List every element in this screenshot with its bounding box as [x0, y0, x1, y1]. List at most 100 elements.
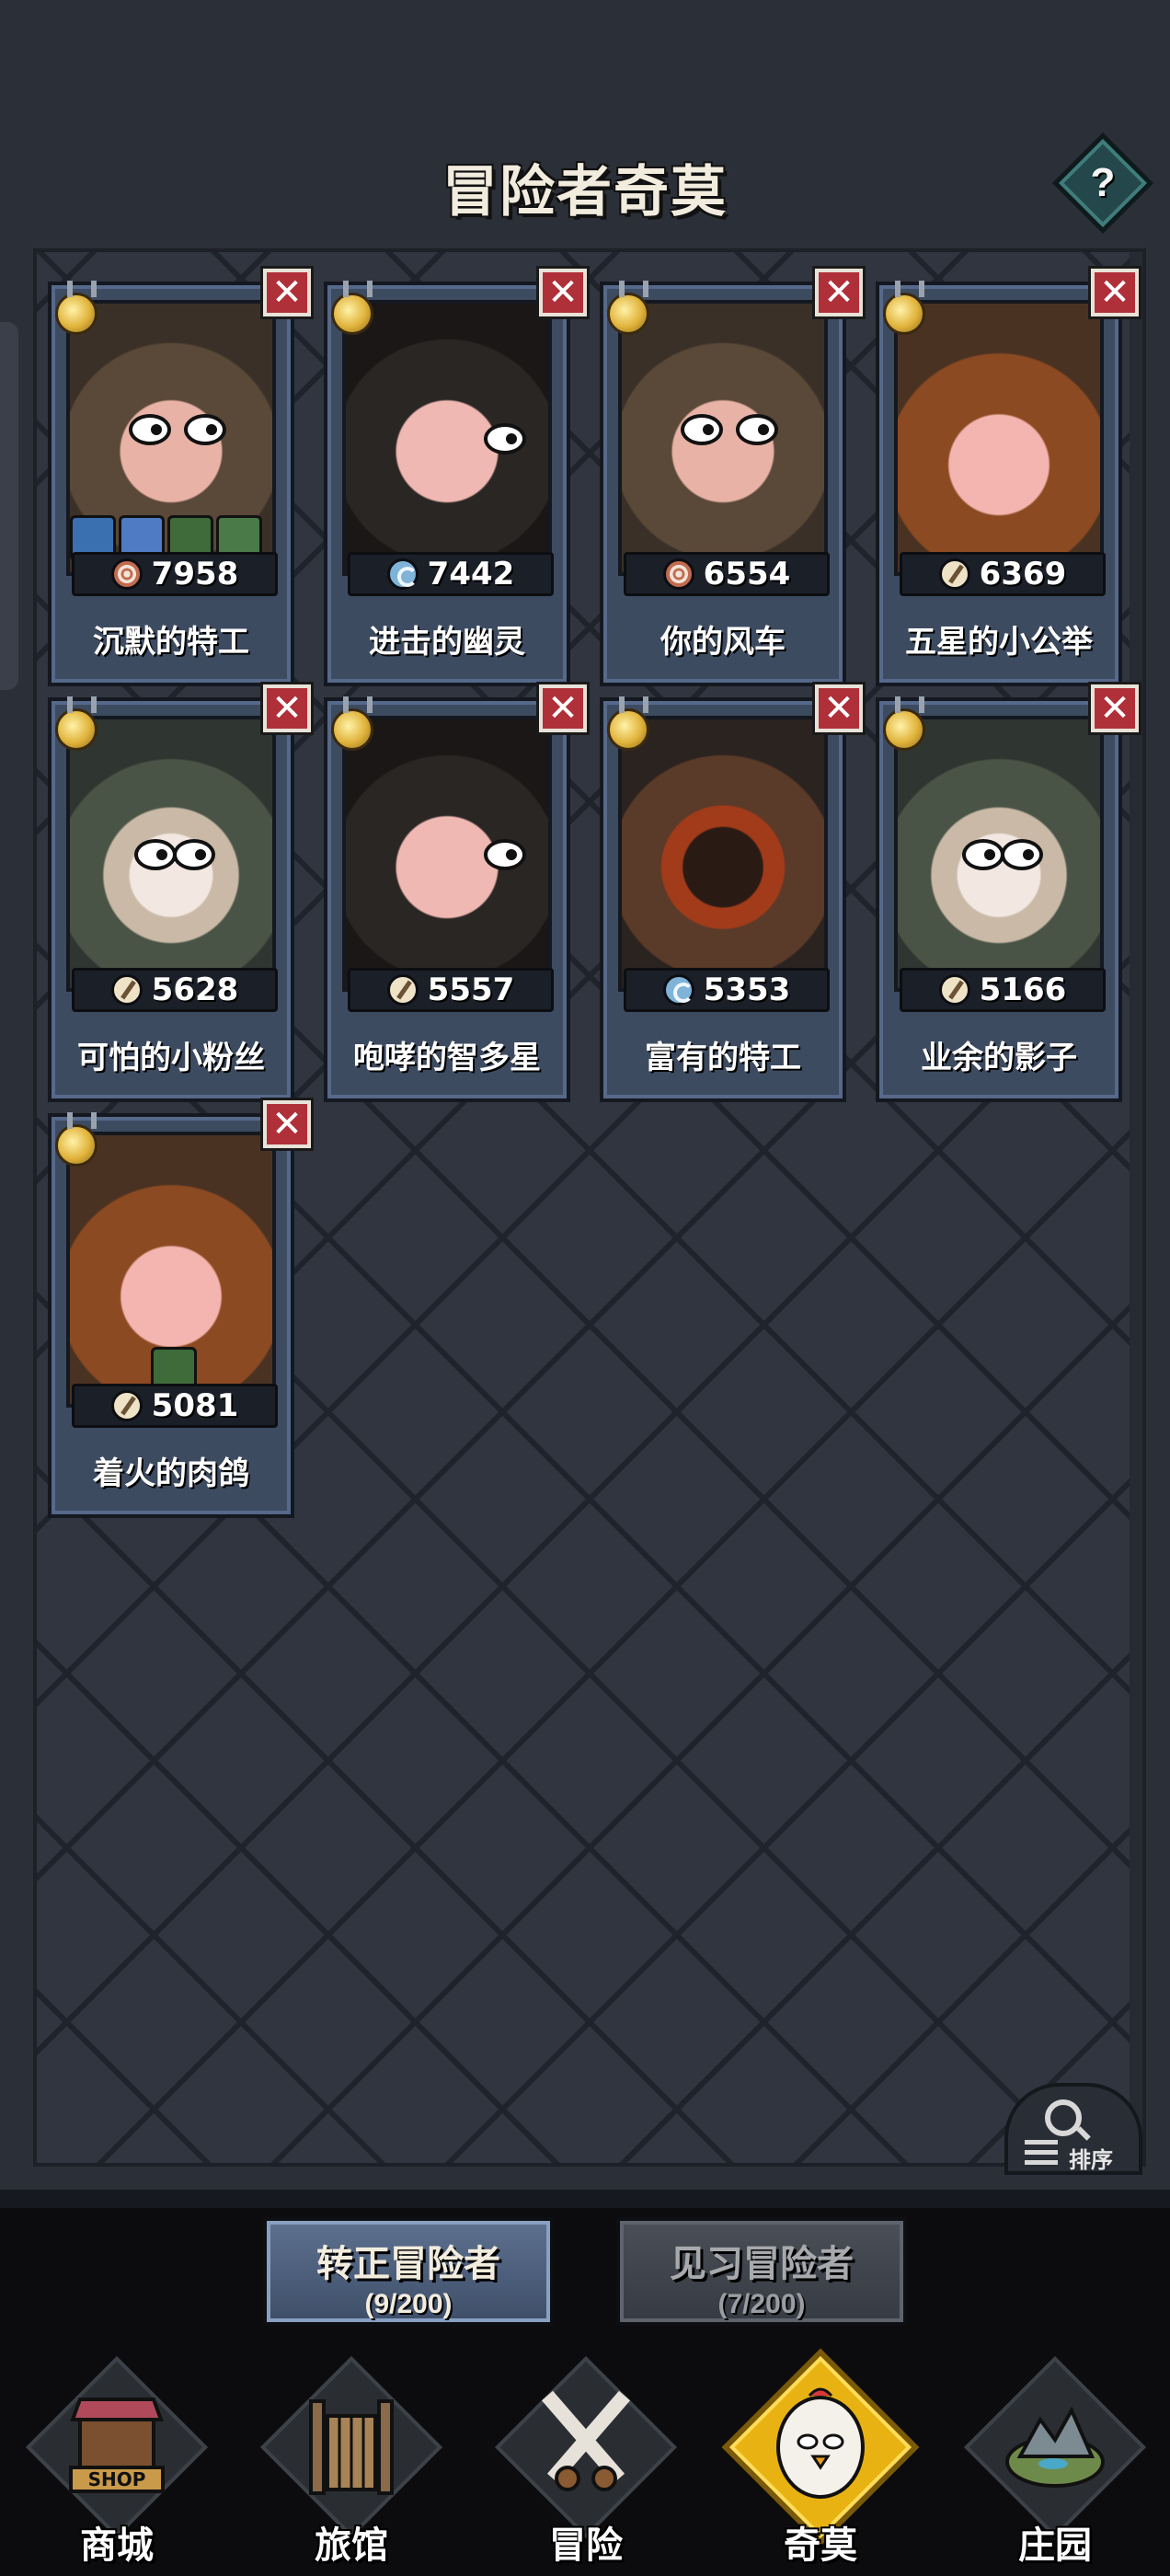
- dismiss-button[interactable]: ✕: [260, 266, 314, 319]
- hero-name: 你的风车: [660, 624, 786, 661]
- hero-name: 五星的小公举: [905, 624, 1093, 661]
- dismiss-button[interactable]: ✕: [536, 266, 590, 319]
- hero-name: 可怕的小粉丝: [77, 1040, 265, 1076]
- hero-card[interactable]: ✕ 6554 你的风车: [600, 266, 866, 686]
- close-icon: ✕: [547, 272, 579, 313]
- nav-label: 商城: [80, 2524, 154, 2567]
- medal-icon: [55, 696, 98, 751]
- tab-trainee-adventurers[interactable]: 见习冒险者 (7/200): [616, 2217, 907, 2326]
- sword-icon: [938, 558, 970, 590]
- close-icon: ✕: [547, 688, 579, 729]
- nav-label: 庄园: [1018, 2524, 1092, 2567]
- tab-regular-adventurers[interactable]: 转正冒险者 (9/200): [263, 2217, 554, 2326]
- help-icon: ?: [1090, 160, 1116, 205]
- crossed-swords-icon: [541, 2390, 631, 2491]
- magnifier-icon: [1045, 2099, 1082, 2136]
- gate-icon: [309, 2399, 394, 2495]
- nav-chimo[interactable]: 奇莫: [715, 2355, 926, 2567]
- medal-icon: [331, 281, 373, 335]
- nav-label: 冒险: [549, 2524, 623, 2567]
- hero-name: 富有的特工: [645, 1040, 801, 1076]
- power-value: 5081: [151, 1387, 239, 1424]
- power-bar: 5353: [624, 968, 830, 1012]
- medal-icon: [883, 281, 925, 335]
- eye: [484, 839, 526, 870]
- dismiss-button[interactable]: ✕: [536, 682, 590, 735]
- nav-inn[interactable]: 旅馆: [246, 2355, 457, 2567]
- hero-portrait: [894, 716, 1104, 992]
- power-value: 5628: [151, 972, 239, 1008]
- nav-adventure[interactable]: 冒险: [480, 2355, 692, 2567]
- nav-manor[interactable]: 庄园: [949, 2355, 1161, 2567]
- dismiss-button[interactable]: ✕: [1088, 682, 1141, 735]
- power-bar: 7442: [348, 552, 554, 596]
- hero-portrait: [894, 300, 1104, 576]
- eye: [184, 414, 226, 445]
- hero-name: 沉默的特工: [93, 624, 249, 661]
- hero-card[interactable]: ✕ 6369 五星的小公举: [876, 266, 1141, 686]
- shop-icon: SHOP: [69, 2398, 165, 2493]
- hero-name: 业余的影子: [921, 1040, 1077, 1076]
- medal-icon: [55, 281, 98, 335]
- hero-portrait: [342, 300, 552, 576]
- bottom-separator: [0, 2190, 1170, 2208]
- medal-icon: [331, 696, 373, 751]
- eye: [134, 839, 177, 870]
- hero-card[interactable]: ✕ 5557 咆哮的智多星: [324, 682, 590, 1102]
- hero-portrait: [618, 300, 828, 576]
- magic-icon: [386, 558, 419, 590]
- sort-label: 排序: [1069, 2148, 1113, 2173]
- eye: [736, 414, 778, 445]
- nav-shop[interactable]: SHOP 商城: [11, 2355, 223, 2567]
- power-bar: 7958: [72, 552, 278, 596]
- eye: [129, 414, 171, 445]
- magic-icon: [662, 974, 694, 1006]
- power-value: 5353: [703, 972, 791, 1008]
- dismiss-button[interactable]: ✕: [1088, 266, 1141, 319]
- close-icon: ✕: [271, 272, 303, 313]
- nav-label: 旅馆: [315, 2524, 388, 2567]
- power-bar: 5166: [900, 968, 1106, 1012]
- sword-icon: [938, 974, 970, 1006]
- hero-card[interactable]: ✕ 5628 可怕的小粉丝: [48, 682, 314, 1102]
- hero-card[interactable]: ✕ 7958 沉默的特工: [48, 266, 314, 686]
- power-value: 7442: [427, 556, 515, 592]
- power-bar: 6369: [900, 552, 1106, 596]
- power-bar: 5628: [72, 968, 278, 1012]
- svg-text:SHOP: SHOP: [88, 2468, 146, 2490]
- hero-portrait: [342, 716, 552, 992]
- close-icon: ✕: [823, 272, 855, 313]
- eye: [1001, 839, 1043, 870]
- eye: [173, 839, 215, 870]
- hero-card[interactable]: ✕ 5353 富有的特工: [600, 682, 866, 1102]
- medal-icon: [607, 696, 649, 751]
- power-value: 6554: [703, 556, 791, 592]
- hero-card[interactable]: ✕ 7442 进击的幽灵: [324, 266, 590, 686]
- power-value: 5557: [427, 972, 515, 1008]
- power-value: 5166: [979, 972, 1067, 1008]
- dismiss-button[interactable]: ✕: [260, 1098, 314, 1151]
- scrollbar-track[interactable]: [1130, 252, 1142, 2163]
- dismiss-button[interactable]: ✕: [812, 266, 866, 319]
- close-icon: ✕: [1099, 688, 1130, 729]
- power-value: 7958: [151, 556, 239, 592]
- target-icon: [662, 558, 694, 590]
- hero-portrait: [618, 716, 828, 992]
- close-icon: ✕: [271, 1104, 303, 1144]
- sword-icon: [110, 974, 143, 1006]
- page-title: 冒险者奇莫: [442, 160, 728, 224]
- eye: [962, 839, 1004, 870]
- nav-label: 奇莫: [784, 2524, 857, 2567]
- medal-icon: [883, 696, 925, 751]
- medal-icon: [55, 1112, 98, 1167]
- target-icon: [110, 558, 143, 590]
- dismiss-button[interactable]: ✕: [812, 682, 866, 735]
- sort-button[interactable]: 排序: [1004, 2083, 1142, 2175]
- hero-card[interactable]: ✕ 5081 着火的肉鸽: [48, 1098, 314, 1518]
- dismiss-button[interactable]: ✕: [260, 682, 314, 735]
- hero-name: 咆哮的智多星: [353, 1040, 541, 1076]
- hero-card[interactable]: ✕ 5166 业余的影子: [876, 682, 1141, 1102]
- power-bar: 5557: [348, 968, 554, 1012]
- hero-name: 进击的幽灵: [369, 624, 525, 661]
- hero-portrait: [66, 716, 276, 992]
